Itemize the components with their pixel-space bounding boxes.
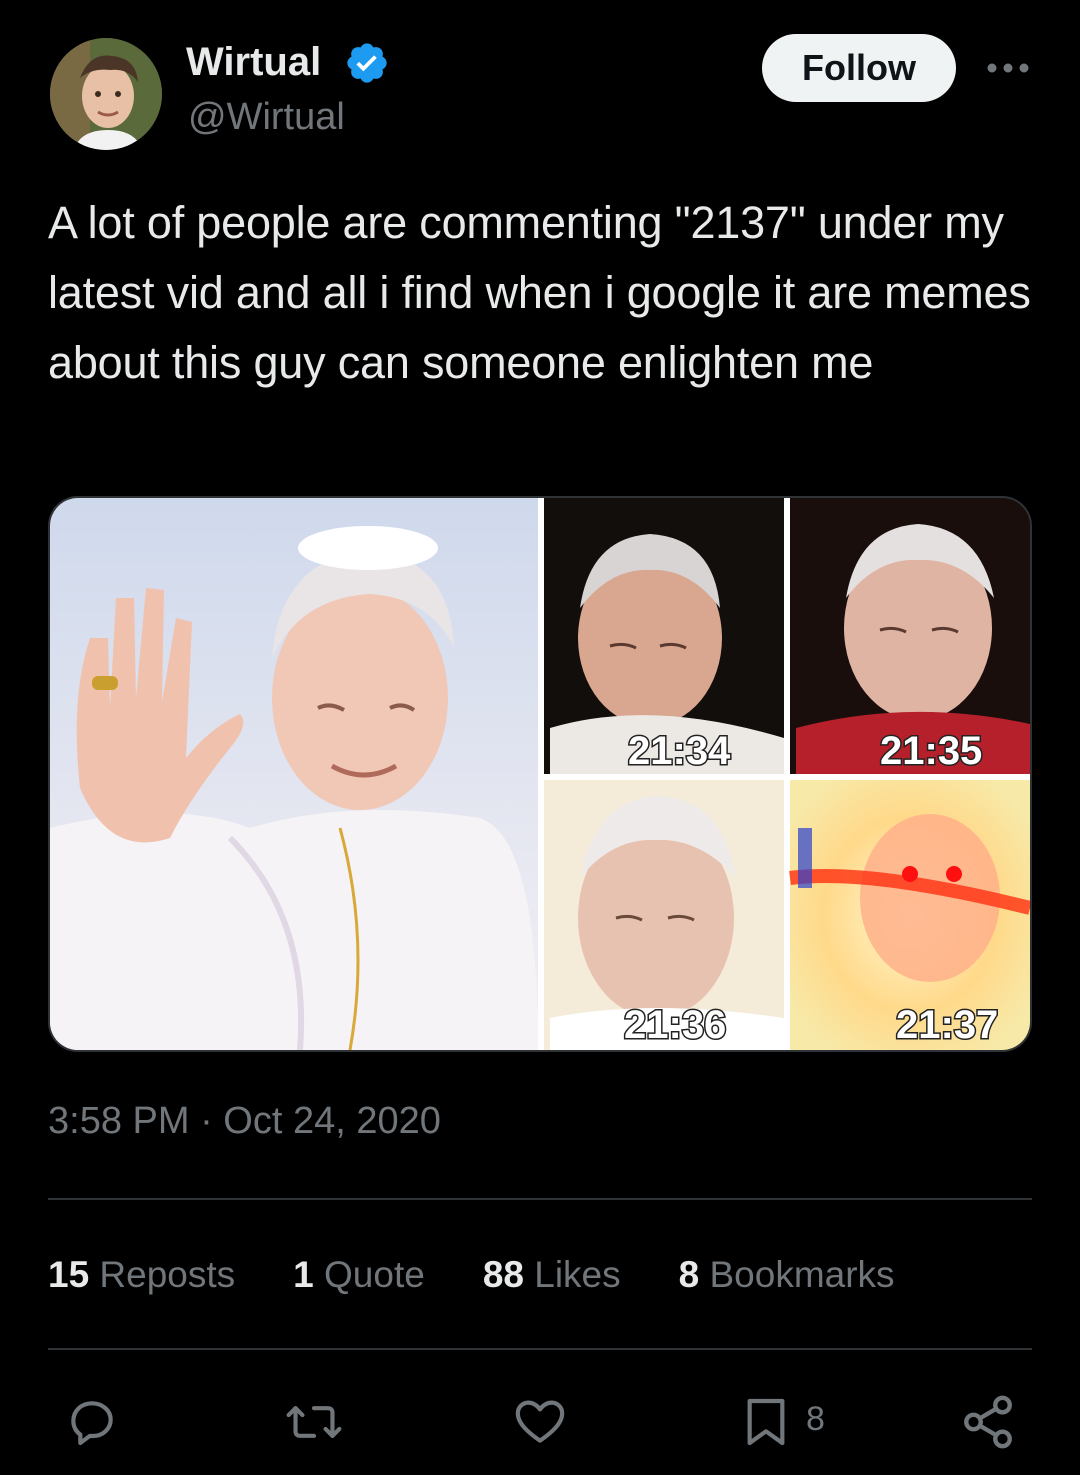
bookmark-count: 8 bbox=[806, 1400, 825, 1438]
stat-likes[interactable]: 88 Likes bbox=[483, 1254, 621, 1298]
media-panel-2135: 21:35 bbox=[790, 498, 1030, 775]
stat-quotes[interactable]: 1 Quote bbox=[293, 1254, 425, 1298]
heart-icon[interactable] bbox=[510, 1392, 570, 1452]
stat-bookmarks[interactable]: 8 Bookmarks bbox=[679, 1254, 895, 1298]
bookmark-icon[interactable] bbox=[736, 1392, 796, 1452]
follow-button[interactable]: Follow bbox=[762, 34, 956, 102]
more-dots-icon[interactable] bbox=[984, 50, 1032, 86]
tweet-timestamp[interactable]: 3:58 PM · Oct 24, 2020 bbox=[48, 1100, 441, 1143]
media-panel-2134: 21:34 bbox=[544, 498, 784, 775]
repost-icon[interactable] bbox=[284, 1392, 344, 1452]
media-panel-2136: 21:36 bbox=[544, 780, 784, 1050]
media-photo-main bbox=[50, 498, 538, 1050]
panel-label-2137: 21:37 bbox=[896, 1003, 998, 1047]
media-panel-2137: 21:37 bbox=[789, 780, 1030, 1050]
panel-label-2136: 21:36 bbox=[624, 1003, 726, 1047]
author-handle[interactable]: @Wirtual bbox=[188, 96, 345, 139]
divider-bottom bbox=[48, 1348, 1032, 1350]
tweet-text: A lot of people are commenting "2137" un… bbox=[48, 197, 1031, 388]
panel-label-2135: 21:35 bbox=[880, 729, 982, 773]
author-display-name[interactable]: Wirtual bbox=[186, 40, 321, 85]
stat-reposts[interactable]: 15 Reposts bbox=[48, 1254, 235, 1298]
share-icon[interactable] bbox=[958, 1392, 1018, 1452]
tweet-media[interactable]: 21:34 21:35 21:36 21:37 bbox=[48, 496, 1032, 1052]
engagement-stats: 15 Reposts 1 Quote 88 Likes 8 Bookmarks bbox=[48, 1254, 953, 1298]
reply-icon[interactable] bbox=[62, 1392, 122, 1452]
panel-label-2134: 21:34 bbox=[628, 729, 731, 773]
divider-top bbox=[48, 1198, 1032, 1200]
verified-badge-icon bbox=[344, 40, 390, 86]
avatar[interactable] bbox=[50, 38, 162, 150]
